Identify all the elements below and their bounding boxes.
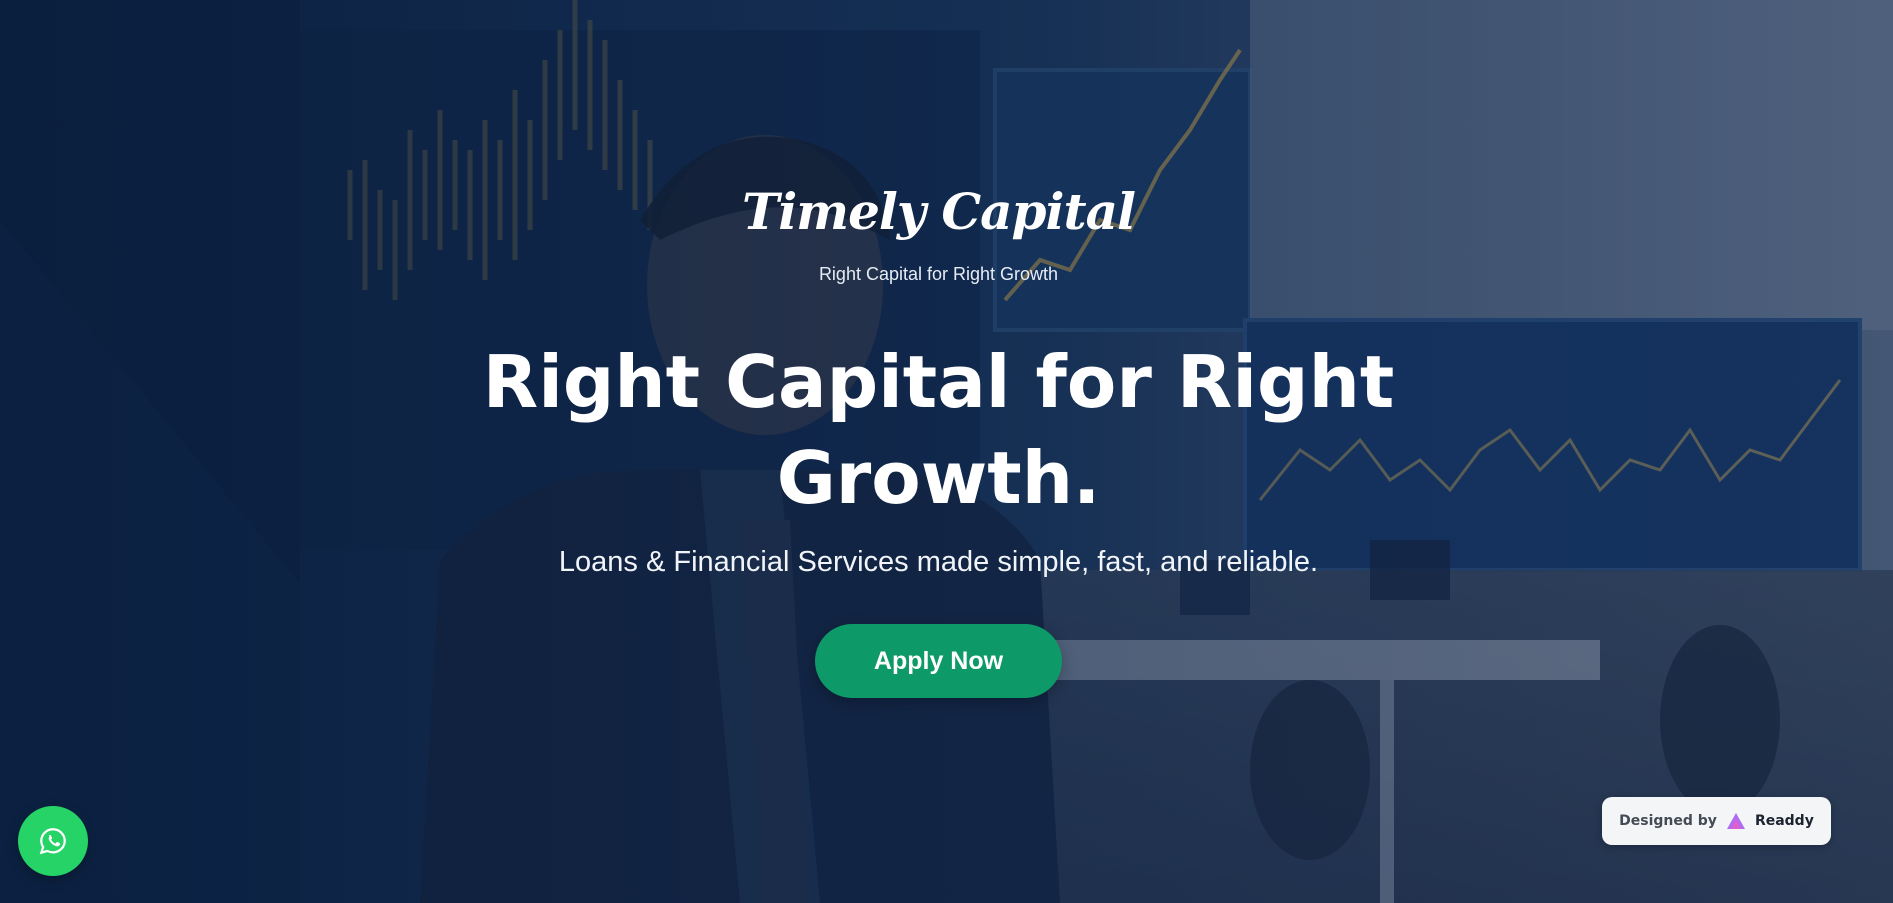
hero-section: Timely Capital Right Capital for Right G… — [0, 0, 1893, 903]
whatsapp-button[interactable] — [18, 806, 88, 876]
designed-by-badge[interactable]: Designed by Readdy — [1602, 797, 1831, 845]
apply-now-button[interactable]: Apply Now — [815, 624, 1062, 698]
readdy-logo-icon — [1726, 813, 1745, 829]
hero-headline: Right Capital for Right Growth. — [482, 340, 1395, 520]
hero-subheadline: Loans & Financial Services made simple, … — [558, 546, 1319, 578]
brand-logo-text[interactable]: Timely Capital — [0, 182, 1877, 241]
designed-by-label: Designed by — [1619, 813, 1717, 829]
brand-tagline: Right Capital for Right Growth — [818, 264, 1059, 284]
whatsapp-icon — [39, 828, 66, 855]
readdy-brand-name: Readdy — [1754, 813, 1814, 829]
